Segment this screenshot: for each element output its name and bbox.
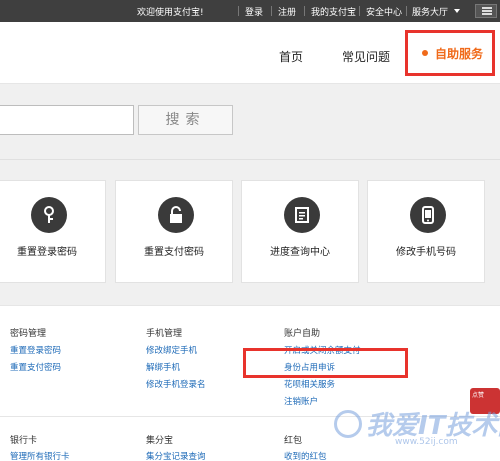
separator — [406, 6, 407, 16]
badge-text: 点赞 — [472, 392, 485, 399]
section-title-password: 密码管理 — [10, 329, 47, 339]
section-title-redpacket: 红包 — [284, 436, 303, 446]
register-link[interactable]: 注册 — [278, 5, 296, 18]
tile-change-phone[interactable]: 修改手机号码 — [367, 180, 485, 283]
phone-icon — [410, 197, 446, 233]
section-title-account: 账户自助 — [284, 329, 321, 339]
page: 欢迎使用支付宝! 登录 注册 我的支付宝 安全中心 服务大厅 首页 常见问题 自… — [0, 0, 500, 461]
section-title-mobile: 手机管理 — [146, 329, 183, 339]
tile-progress-query[interactable]: 进度查询中心 — [241, 180, 359, 283]
menu-icon[interactable] — [475, 4, 497, 18]
nav-self-service[interactable]: 自助服务 — [405, 30, 495, 76]
welcome-text: 欢迎使用支付宝! — [137, 8, 204, 18]
search-input[interactable] — [0, 105, 134, 135]
tile-label: 重置登录密码 — [17, 247, 77, 258]
login-link[interactable]: 登录 — [245, 5, 263, 18]
nav-faq[interactable]: 常见问题 — [342, 48, 390, 65]
link-cancel-account[interactable]: 注销账户 — [284, 395, 318, 407]
tile-reset-login-password[interactable]: 重置登录密码 — [0, 180, 106, 283]
link-jifenbao-records[interactable]: 集分宝记录查询 — [146, 450, 206, 461]
link-huabei-services[interactable]: 花呗相关服务 — [284, 378, 335, 390]
quick-tiles: 重置登录密码 重置支付密码 进度查询中心 修改手机号码 — [0, 160, 500, 305]
tile-label: 进度查询中心 — [270, 247, 330, 258]
separator — [304, 6, 305, 16]
search-button[interactable]: 搜索 — [138, 105, 233, 135]
caret-down-icon[interactable] — [454, 9, 460, 13]
link-change-bound-phone[interactable]: 修改绑定手机 — [146, 344, 197, 356]
main-nav: 首页 常见问题 自助服务 — [0, 22, 500, 84]
link-change-phone-login[interactable]: 修改手机登录名 — [146, 378, 206, 390]
tile-reset-payment-password[interactable]: 重置支付密码 — [115, 180, 233, 283]
my-alipay-link[interactable]: 我的支付宝 — [311, 5, 356, 18]
key-icon — [31, 197, 67, 233]
highlight-box — [243, 348, 408, 378]
bullet-icon — [422, 50, 428, 56]
link-received-redpackets[interactable]: 收到的红包 — [284, 450, 327, 461]
watermark-logo-icon — [334, 410, 362, 438]
tile-label: 修改手机号码 — [396, 247, 456, 258]
link-reset-payment-password[interactable]: 重置支付密码 — [10, 361, 61, 373]
top-bar: 欢迎使用支付宝! 登录 注册 我的支付宝 安全中心 服务大厅 — [0, 0, 500, 22]
separator — [238, 6, 239, 16]
tile-label: 重置支付密码 — [144, 247, 204, 258]
nav-self-service-label: 自助服务 — [435, 47, 484, 61]
link-reset-login-password[interactable]: 重置登录密码 — [10, 344, 61, 356]
link-manage-bankcards[interactable]: 管理所有银行卡 — [10, 450, 70, 461]
separator — [271, 6, 272, 16]
search-band: 搜索 — [0, 84, 500, 160]
service-hall-link[interactable]: 服务大厅 — [412, 5, 448, 18]
separator — [359, 6, 360, 16]
watermark-url: www.52ij.com — [395, 437, 458, 447]
link-unbind-phone[interactable]: 解绑手机 — [146, 361, 180, 373]
document-icon — [284, 197, 320, 233]
security-center-link[interactable]: 安全中心 — [366, 5, 402, 18]
nav-home[interactable]: 首页 — [279, 48, 303, 65]
section-title-jifenbao: 集分宝 — [146, 436, 174, 446]
lock-icon — [158, 197, 194, 233]
section-title-bankcard: 银行卡 — [10, 436, 38, 446]
